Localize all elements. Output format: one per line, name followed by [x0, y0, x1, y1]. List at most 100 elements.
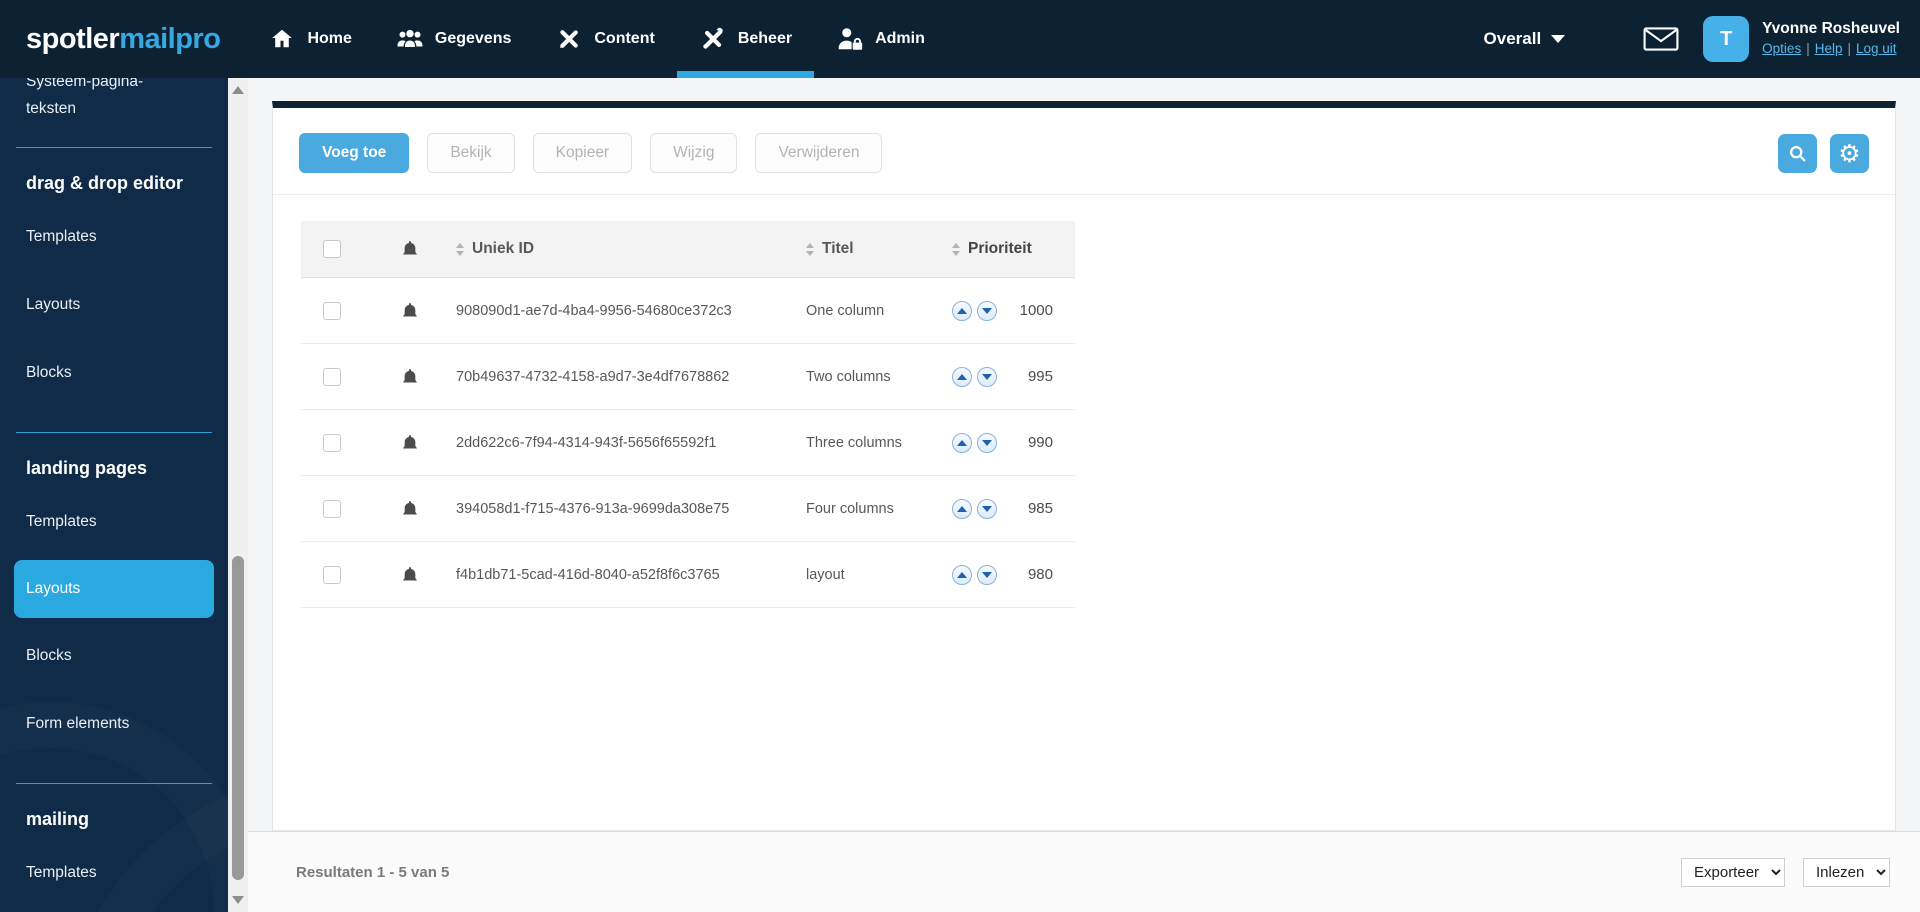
- sort-icon: [952, 242, 960, 256]
- copy-button[interactable]: Kopieer: [532, 133, 633, 173]
- opties-link[interactable]: Opties: [1762, 41, 1801, 56]
- chevron-down-icon: [1551, 35, 1566, 43]
- avatar[interactable]: T: [1703, 16, 1750, 62]
- priority-down-button[interactable]: [977, 432, 997, 453]
- link-separator: |: [1806, 41, 1810, 57]
- edit-button[interactable]: Wijzig: [650, 133, 738, 173]
- arrow-up-icon: [957, 307, 967, 314]
- arrow-up-icon: [957, 439, 967, 446]
- user-block: Yvonne Rosheuvel Opties | Help | Log uit: [1762, 19, 1900, 58]
- table-row[interactable]: 70b49637-4732-4158-a9d7-3e4df7678862 Two…: [301, 344, 1075, 410]
- search-button[interactable]: [1778, 133, 1817, 173]
- row-checkbox[interactable]: [323, 499, 341, 518]
- nav-label: Admin: [875, 30, 925, 47]
- row-checkbox[interactable]: [323, 301, 341, 320]
- arrow-up-icon: [957, 373, 967, 380]
- priority-controls: [952, 432, 997, 453]
- sidebar-scrollbar[interactable]: [228, 78, 248, 912]
- overall-scope-dropdown[interactable]: Overall: [1484, 29, 1566, 49]
- column-label: Uniek ID: [472, 240, 535, 257]
- priority-up-button[interactable]: [952, 498, 972, 519]
- brand-logo[interactable]: spotlermailpro: [0, 22, 221, 56]
- table-row[interactable]: 908090d1-ae7d-4ba4-9956-54680ce372c3 One…: [301, 278, 1075, 344]
- sidebar-item-mailing-templates[interactable]: Templates: [0, 839, 228, 907]
- view-button[interactable]: Bekijk: [427, 133, 515, 173]
- sidebar-item-systeem-pagina-teksten[interactable]: Systeem-pagina-teksten: [0, 78, 200, 122]
- footer-actions: Exporteer Inlezen: [1681, 857, 1890, 887]
- priority-up-button[interactable]: [952, 366, 972, 387]
- logo-secondary: mailpro: [119, 22, 221, 55]
- bell-icon: [402, 500, 417, 515]
- priority-down-button[interactable]: [977, 564, 997, 585]
- sidebar: Systeem-pagina-teksten drag & drop edito…: [0, 78, 228, 912]
- titel-cell: Two columns: [806, 368, 891, 385]
- row-checkbox[interactable]: [323, 565, 341, 584]
- table-row[interactable]: 2dd622c6-7f94-4314-943f-5656f65592f1 Thr…: [301, 410, 1075, 476]
- table-row[interactable]: 394058d1-f715-4376-913a-9699da308e75 Fou…: [301, 476, 1075, 542]
- logo-primary: spotler: [26, 22, 120, 55]
- nav-item-content[interactable]: Content: [533, 0, 676, 78]
- scroll-up-arrow[interactable]: [228, 80, 248, 100]
- priority-down-button[interactable]: [977, 300, 997, 321]
- priority-down-button[interactable]: [977, 498, 997, 519]
- users-icon: [397, 29, 423, 47]
- sidebar-item-dd-layouts[interactable]: Layouts: [0, 271, 228, 339]
- bell-icon: [402, 434, 417, 449]
- scroll-down-arrow[interactable]: [228, 890, 248, 910]
- column-header-prioriteit[interactable]: Prioriteit: [952, 240, 1075, 258]
- add-button[interactable]: Voeg toe: [299, 133, 410, 173]
- priority-down-button[interactable]: [977, 366, 997, 387]
- column-header-uniek-id[interactable]: Uniek ID: [456, 240, 806, 258]
- row-checkbox[interactable]: [323, 433, 341, 452]
- help-link[interactable]: Help: [1815, 41, 1843, 56]
- priority-up-button[interactable]: [952, 564, 972, 585]
- table-row[interactable]: f4b1db71-5cad-416d-8040-a52f8f6c3765 lay…: [301, 542, 1075, 608]
- tools-icon: [703, 27, 723, 49]
- sidebar-item-dd-blocks[interactable]: Blocks: [0, 339, 228, 407]
- nav-item-beheer[interactable]: Beheer: [676, 0, 815, 78]
- row-checkbox[interactable]: [323, 367, 341, 386]
- exporteer-select[interactable]: Exporteer: [1681, 857, 1785, 887]
- toolbar-right: ⚙: [1778, 133, 1869, 173]
- arrow-down-icon: [982, 439, 992, 446]
- nav-item-admin[interactable]: Admin: [814, 0, 947, 78]
- sidebar-section-landing-pages: landing pages: [26, 458, 148, 478]
- column-header-titel[interactable]: Titel: [806, 240, 952, 258]
- sidebar-item-lp-layouts-active[interactable]: Layouts: [14, 560, 214, 618]
- envelope-icon: [1643, 27, 1679, 51]
- uniek-id-cell: 394058d1-f715-4376-913a-9699da308e75: [456, 500, 730, 517]
- toolbar: Voeg toe Bekijk Kopieer Wijzig Verwijder…: [273, 108, 1895, 195]
- top-navigation-bar: spotlermailpro Home Gegevens Content Beh…: [0, 0, 1920, 78]
- nav-label: Home: [307, 30, 352, 47]
- prioriteit-value: 985: [1027, 500, 1053, 517]
- sidebar-item-lp-blocks[interactable]: Blocks: [0, 622, 228, 690]
- titel-cell: Three columns: [806, 434, 902, 451]
- nav-item-gegevens[interactable]: Gegevens: [374, 0, 533, 78]
- bell-icon: [402, 241, 417, 255]
- logout-link[interactable]: Log uit: [1856, 41, 1897, 56]
- sidebar-item-lp-form-elements[interactable]: Form elements: [0, 690, 228, 758]
- nav-label: Gegevens: [434, 30, 512, 47]
- uniek-id-cell: f4b1db71-5cad-416d-8040-a52f8f6c3765: [456, 566, 720, 583]
- prioriteit-value: 980: [1027, 566, 1053, 583]
- user-links: Opties | Help | Log uit: [1762, 40, 1900, 58]
- select-all-checkbox[interactable]: [323, 240, 341, 258]
- delete-button[interactable]: Verwijderen: [755, 133, 883, 173]
- inlezen-select[interactable]: Inlezen: [1803, 857, 1890, 887]
- bell-icon: [402, 302, 417, 317]
- priority-up-button[interactable]: [952, 300, 972, 321]
- scrollbar-thumb[interactable]: [232, 556, 244, 880]
- overall-label: Overall: [1483, 29, 1542, 48]
- messages-button[interactable]: [1643, 26, 1679, 52]
- nav-item-home[interactable]: Home: [246, 0, 373, 78]
- titel-cell: layout: [806, 566, 845, 583]
- sidebar-item-dd-templates[interactable]: Templates: [0, 203, 228, 271]
- main-menu: Home Gegevens Content Beheer Admin: [246, 0, 946, 78]
- pencil-cross-icon: [560, 30, 579, 48]
- gear-icon: ⚙: [1838, 138, 1861, 168]
- settings-button[interactable]: ⚙: [1830, 133, 1869, 173]
- uniek-id-cell: 2dd622c6-7f94-4314-943f-5656f65592f1: [456, 434, 717, 451]
- priority-up-button[interactable]: [952, 432, 972, 453]
- column-label: Titel: [822, 240, 854, 257]
- sidebar-item-lp-templates[interactable]: Templates: [0, 488, 228, 556]
